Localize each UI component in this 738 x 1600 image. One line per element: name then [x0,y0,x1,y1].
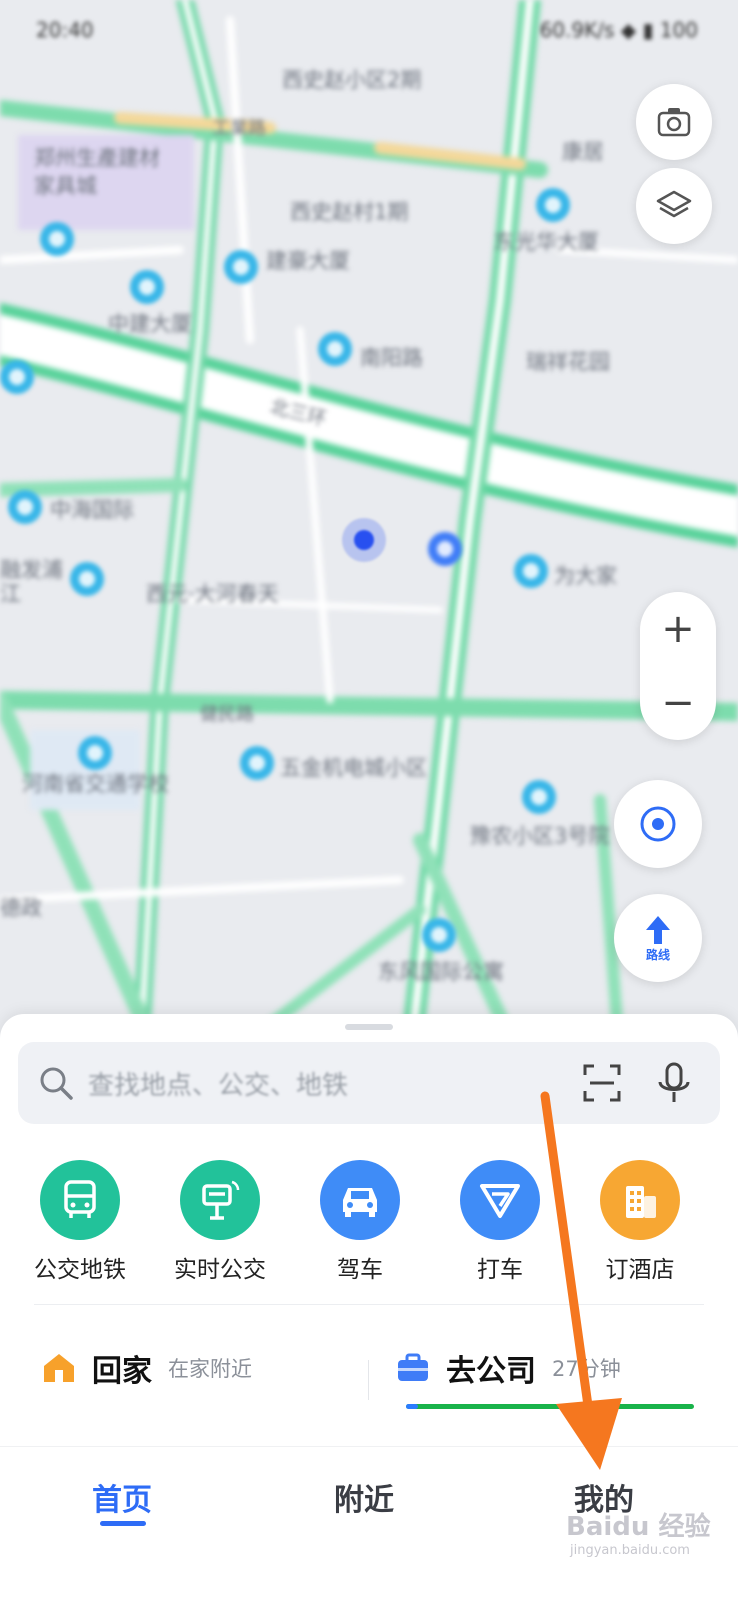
zoom-in-button[interactable]: + [661,609,695,649]
poi-marker[interactable] [40,222,74,256]
watermark-url: jingyan.baidu.com [570,1543,690,1558]
route-arrow-icon [646,915,670,944]
layers-icon [656,190,692,218]
hotel-building-icon [600,1160,680,1240]
divider [34,1304,704,1305]
bus-icon [40,1160,120,1240]
car-icon [320,1160,400,1240]
microphone-icon [658,1062,690,1102]
bus-stop-icon [180,1160,260,1240]
quick-action-label: 打车 [477,1257,523,1283]
taxi-logo-icon [460,1160,540,1240]
locate-icon [640,806,676,842]
map-label: 郑州生產建材家具城 [34,146,160,198]
shortcut-home[interactable]: 回家 在家附近 [42,1346,252,1390]
map-label: 南阳路 [360,346,423,370]
quick-action-realtime-bus[interactable]: 实时公交 [150,1160,290,1284]
map-label: 西元·大河春天 [146,582,279,606]
poi-marker[interactable] [224,250,258,284]
poi-marker[interactable] [70,562,104,596]
map-label: 河南省交通学校 [22,772,169,796]
shortcut-separator [368,1360,369,1400]
route-button[interactable]: 路线 [614,894,702,982]
shortcut-home-title: 回家 [92,1354,152,1389]
watermark-text: Baidu 经验 [566,1512,711,1542]
map-label: 工業路 [212,118,266,139]
scan-button[interactable] [576,1057,628,1109]
tab-home[interactable]: 首页 [92,1475,152,1519]
sheet-handle[interactable] [345,1024,393,1030]
map-label: 西史赵村1期 [290,200,409,224]
quick-action-label: 实时公交 [174,1257,266,1283]
map-label: 豫农小区3号院 [470,824,610,848]
tab-nearby[interactable]: 附近 [334,1475,394,1519]
map-label: 建豪大厦 [266,249,350,273]
quick-action-label: 公交地铁 [34,1257,126,1283]
shortcut-work[interactable]: 去公司 27分钟 [396,1346,621,1390]
quick-action-label: 驾车 [337,1257,383,1283]
shortcut-work-eta: 27分钟 [552,1357,621,1381]
map-label: 中建大厦 [108,312,192,336]
map-label: 五金机电城小区 [280,756,427,780]
poi-marker[interactable] [422,918,456,952]
map-view[interactable]: 20:40 60.9K/s ◆ ▮ 100 西史赵小区2期 郑州生產建材家具城 … [0,0,738,1060]
poi-marker[interactable] [318,332,352,366]
zoom-control: + − [640,592,716,740]
quick-actions: 公交地铁 实时公交 驾车 打车 订酒店 [0,1160,738,1290]
poi-marker[interactable] [522,780,556,814]
map-label: 中海国际 [50,498,134,522]
poi-marker[interactable] [78,736,112,770]
active-tab-indicator [100,1521,146,1526]
shortcut-work-title: 去公司 [446,1354,536,1389]
map-label: 德政 [0,896,42,920]
map-label: 东风国际公寓 [378,960,504,984]
layers-button[interactable] [636,168,712,244]
map-label: 融发浦江 [0,558,63,606]
my-location-marker [342,518,386,562]
work-route-traffic-bar [406,1404,694,1409]
map-label: 东光华大厦 [494,230,599,254]
watermark-logo: Baidu 经验 jingyan.baidu.com [566,1506,710,1558]
shortcut-home-subtitle: 在家附近 [168,1357,252,1381]
route-button-label: 路线 [645,947,670,962]
status-time: 20:40 [36,18,94,42]
voice-button[interactable] [648,1057,700,1109]
search-icon [40,1067,73,1100]
search-input[interactable]: 查找地点、公交、地铁 [88,1065,556,1102]
poi-marker[interactable] [428,532,462,566]
home-icon [44,1354,74,1382]
quick-action-transit[interactable]: 公交地铁 [10,1160,150,1284]
poi-marker[interactable] [240,746,274,780]
quick-action-hotel[interactable]: 订酒店 [570,1160,710,1284]
locate-button[interactable] [614,780,702,868]
poi-marker[interactable] [130,270,164,304]
quick-action-taxi[interactable]: 打车 [430,1160,570,1284]
zoom-out-button[interactable]: − [661,683,695,723]
poi-marker[interactable] [0,360,34,394]
map-label: 为大家 [554,564,617,588]
map-label: 西史赵小区2期 [282,68,422,92]
map-label: 健民路 [200,704,254,725]
poi-marker[interactable] [514,554,548,588]
scan-icon [583,1064,621,1102]
poi-marker[interactable] [536,188,570,222]
quick-action-drive[interactable]: 驾车 [290,1160,430,1284]
snapshot-button[interactable] [636,84,712,160]
poi-marker[interactable] [8,490,42,524]
screen: 20:40 60.9K/s ◆ ▮ 100 西史赵小区2期 郑州生產建材家具城 … [0,0,738,1600]
camera-icon [657,108,691,137]
quick-action-label: 订酒店 [605,1257,675,1283]
status-indicators: 60.9K/s ◆ ▮ 100 [539,18,698,42]
briefcase-icon [398,1353,428,1381]
search-bar[interactable]: 查找地点、公交、地铁 [18,1042,720,1124]
map-label: 康居 [562,140,604,164]
map-label: 瑞祥花园 [526,350,610,374]
